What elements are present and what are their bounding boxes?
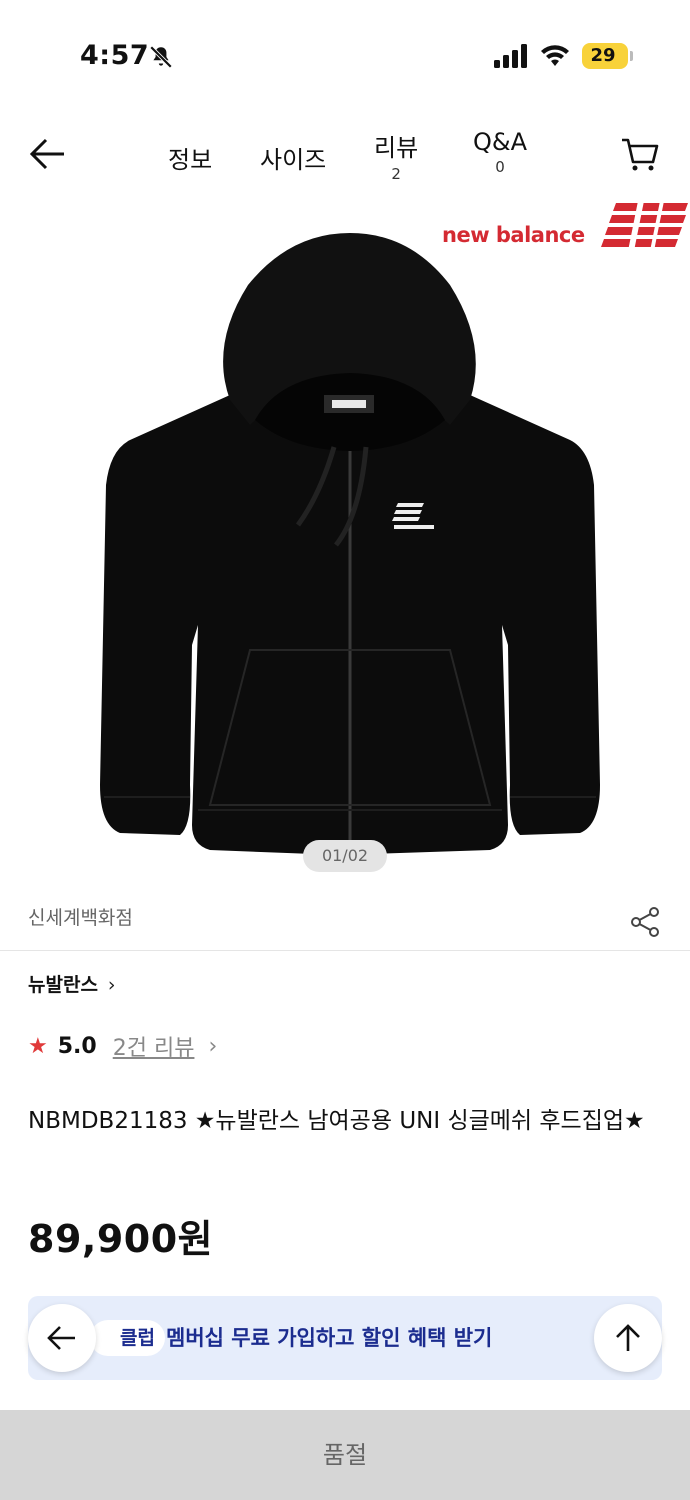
arrow-up-icon (616, 1324, 640, 1351)
seller-name: 신세계백화점 (28, 907, 133, 929)
chevron-right-icon: › (107, 974, 116, 996)
tab-qa[interactable]: Q&A 0 (473, 128, 527, 176)
hoodie-image (100, 233, 600, 855)
star-icon: ★ (28, 1033, 48, 1059)
back-arrow-icon[interactable] (28, 136, 68, 172)
status-bar: 4:57 29 (0, 0, 690, 110)
membership-banner[interactable]: 클럽 멤버십 무료 가입하고 할인 혜택 받기 (28, 1296, 662, 1380)
product-title: NBMDB21183 ★뉴발란스 남여공용 UNI 싱글메쉬 후드집업★ (28, 1108, 645, 1134)
back-arrow-icon (47, 1326, 75, 1350)
product-nav: 정보 사이즈 리뷰 2 Q&A 0 (0, 120, 690, 190)
tab-size-label: 사이즈 (260, 146, 327, 174)
tab-info-label: 정보 (168, 146, 213, 174)
divider (0, 950, 690, 951)
tab-review-label: 리뷰 (374, 134, 419, 162)
cart-icon[interactable] (620, 134, 660, 174)
review-count-link[interactable]: 2건 리뷰 (113, 1030, 195, 1062)
battery-icon: 29 (582, 43, 633, 69)
rating-row[interactable]: ★ 5.0 2건 리뷰 › (28, 1030, 217, 1062)
product-image-carousel[interactable]: new balance 01/02 (0, 195, 690, 885)
tab-size[interactable]: 사이즈 (260, 140, 326, 175)
tab-info[interactable]: 정보 (168, 140, 212, 175)
tab-review-count: 2 (391, 165, 401, 183)
battery-level: 29 (590, 45, 616, 66)
brand-name: 뉴발란스 (28, 974, 98, 996)
status-time: 4:57 (80, 40, 150, 71)
club-badge: 클럽 (90, 1320, 165, 1356)
share-icon[interactable] (628, 905, 662, 939)
back-floating-button[interactable] (28, 1304, 96, 1372)
brand-link[interactable]: 뉴발란스 › (28, 970, 116, 997)
image-pager: 01/02 (303, 840, 387, 872)
tab-qa-count: 0 (495, 158, 505, 176)
bell-off-icon (149, 45, 173, 69)
scroll-top-button[interactable] (594, 1304, 662, 1372)
rating-score: 5.0 (57, 1033, 97, 1059)
wifi-icon (541, 45, 569, 66)
chevron-right-icon: › (208, 1033, 218, 1059)
cellular-signal-icon (494, 44, 527, 68)
product-price: 89,900원 (28, 1217, 214, 1261)
membership-message: 멤버십 무료 가입하고 할인 혜택 받기 (166, 1326, 493, 1350)
soldout-button[interactable]: 품절 (0, 1410, 690, 1500)
tab-review[interactable]: 리뷰 2 (374, 128, 418, 183)
tab-qa-label: Q&A (473, 128, 528, 156)
